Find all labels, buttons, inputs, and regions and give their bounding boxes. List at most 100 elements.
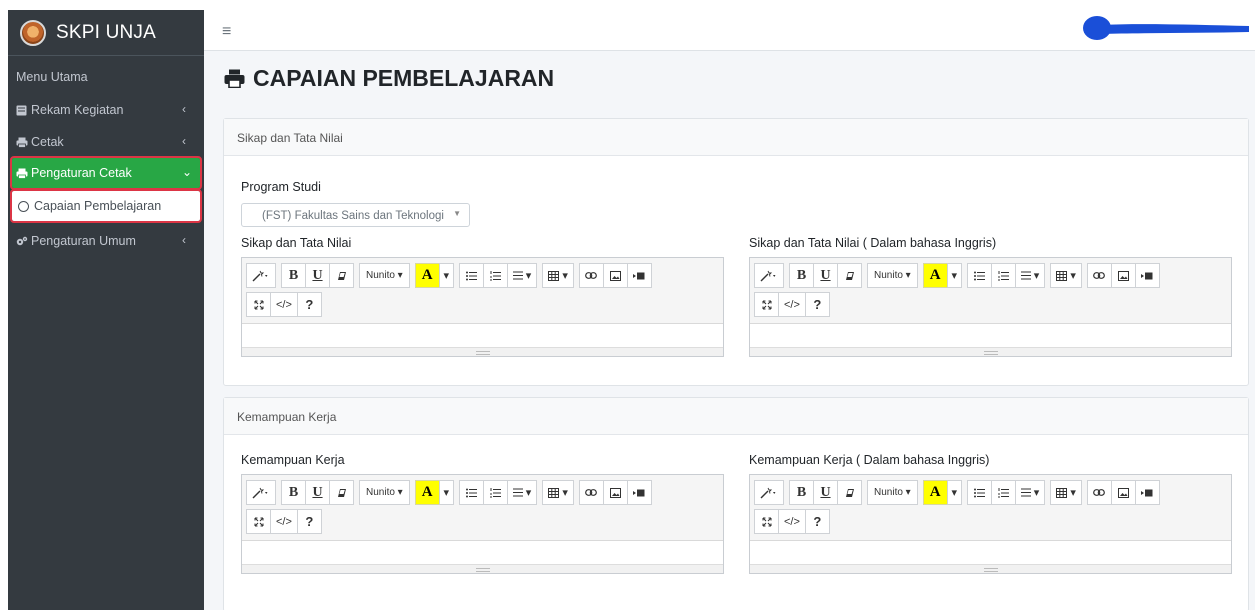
paragraph-align-dropdown[interactable]: ▾ [506, 263, 538, 288]
underline-button[interactable]: U [305, 480, 330, 505]
editor-resize-handle[interactable] [242, 564, 723, 573]
underline-button[interactable]: U [813, 480, 838, 505]
video-button[interactable] [626, 263, 652, 288]
link-button[interactable] [1086, 480, 1112, 505]
link-button[interactable] [578, 480, 604, 505]
editor-text-area[interactable] [750, 324, 1231, 349]
unordered-list-button[interactable] [458, 263, 484, 288]
color-dropdown-button[interactable]: ▾ [438, 263, 454, 288]
fullscreen-button[interactable] [246, 509, 271, 534]
rich-text-editor-kemampuan-english[interactable]: B U Nunito ▾ A ▾ ▾ ▾ </> ? [749, 474, 1232, 574]
code-view-button[interactable]: </> [778, 292, 806, 317]
fullscreen-button[interactable] [754, 509, 779, 534]
rich-text-editor-sikap[interactable]: B U Nunito ▾ A ▾ ▾ ▾ </> ? [241, 257, 724, 357]
table-dropdown[interactable]: ▾ [1050, 263, 1082, 288]
color-dropdown-button[interactable]: ▾ [438, 480, 454, 505]
list-ul-icon [973, 488, 985, 497]
eraser-button[interactable] [837, 263, 862, 288]
editor-text-area[interactable] [242, 324, 723, 349]
color-dropdown-button[interactable]: ▾ [946, 480, 962, 505]
highlight-color-button[interactable]: A [922, 480, 948, 505]
ordered-list-button[interactable] [482, 263, 508, 288]
eraser-button[interactable] [329, 263, 354, 288]
editor-resize-handle[interactable] [750, 564, 1231, 573]
video-button[interactable] [626, 480, 652, 505]
help-button[interactable]: ? [296, 509, 322, 534]
eraser-icon [337, 271, 346, 280]
help-button[interactable]: ? [804, 292, 830, 317]
hamburger-icon[interactable]: ≡ [222, 23, 231, 41]
bold-button[interactable]: B [281, 480, 306, 505]
paragraph-align-dropdown[interactable]: ▾ [1014, 480, 1046, 505]
magic-style-button[interactable] [754, 263, 784, 288]
magic-style-button[interactable] [246, 263, 276, 288]
table-dropdown[interactable]: ▾ [542, 263, 574, 288]
font-family-dropdown[interactable]: Nunito ▾ [359, 263, 410, 288]
help-label: ? [813, 514, 822, 529]
ordered-list-button[interactable] [482, 480, 508, 505]
code-view-button[interactable]: </> [778, 509, 806, 534]
editor-resize-handle[interactable] [242, 347, 723, 356]
sidebar-item-cetak[interactable]: Cetak ‹ [8, 130, 204, 154]
magic-style-button[interactable] [754, 480, 784, 505]
picture-icon [609, 270, 621, 281]
sidebar-subitem-capaian-pembelajaran[interactable]: Capaian Pembelajaran [10, 189, 202, 223]
video-button[interactable] [1134, 263, 1160, 288]
link-button[interactable] [1086, 263, 1112, 288]
paragraph-align-dropdown[interactable]: ▾ [1014, 263, 1046, 288]
code-label: </> [784, 298, 800, 311]
editor-text-area[interactable] [750, 541, 1231, 566]
sidebar-item-pengaturan-cetak[interactable]: Pengaturan Cetak ⌄ [10, 156, 202, 190]
font-family-dropdown[interactable]: Nunito ▾ [867, 263, 918, 288]
unordered-list-button[interactable] [966, 263, 992, 288]
highlight-color-button[interactable]: A [414, 480, 440, 505]
video-icon [633, 272, 645, 279]
program-studi-select[interactable]: (FST) Fakultas Sains dan Teknologi ▼ [241, 203, 470, 227]
font-family-dropdown[interactable]: Nunito ▾ [359, 480, 410, 505]
editor-resize-handle[interactable] [750, 347, 1231, 356]
video-icon [1141, 272, 1153, 279]
picture-button[interactable] [602, 480, 628, 505]
table-dropdown[interactable]: ▾ [542, 480, 574, 505]
bold-button[interactable]: B [789, 480, 814, 505]
ordered-list-button[interactable] [990, 263, 1016, 288]
help-button[interactable]: ? [296, 292, 322, 317]
fullscreen-button[interactable] [246, 292, 271, 317]
link-button[interactable] [578, 263, 604, 288]
help-button[interactable]: ? [804, 509, 830, 534]
font-family-dropdown[interactable]: Nunito ▾ [867, 480, 918, 505]
rich-text-editor-sikap-english[interactable]: B U Nunito ▾ A ▾ ▾ ▾ </> ? [749, 257, 1232, 357]
underline-button[interactable]: U [305, 263, 330, 288]
eraser-button[interactable] [329, 480, 354, 505]
underline-button[interactable]: U [813, 263, 838, 288]
fullscreen-button[interactable] [754, 292, 779, 317]
code-view-button[interactable]: </> [270, 292, 298, 317]
highlight-color-button[interactable]: A [922, 263, 948, 288]
picture-button[interactable] [602, 263, 628, 288]
magic-style-button[interactable] [246, 480, 276, 505]
code-label: </> [276, 298, 292, 311]
eraser-button[interactable] [837, 480, 862, 505]
picture-button[interactable] [1110, 263, 1136, 288]
unordered-list-button[interactable] [458, 480, 484, 505]
code-view-button[interactable]: </> [270, 509, 298, 534]
unordered-list-button[interactable] [966, 480, 992, 505]
card-header: Kemampuan Kerja [224, 398, 1248, 435]
sidebar-item-pengaturan-umum[interactable]: Pengaturan Umum ‹ [8, 229, 204, 253]
sidebar-item-rekam-kegiatan[interactable]: Rekam Kegiatan ‹ [8, 98, 204, 122]
highlight-color-button[interactable]: A [414, 263, 440, 288]
bold-button[interactable]: B [281, 263, 306, 288]
card-header: Sikap dan Tata Nilai [224, 119, 1248, 156]
video-button[interactable] [1134, 480, 1160, 505]
brand-link[interactable]: SKPI UNJA [8, 10, 204, 56]
picture-button[interactable] [1110, 480, 1136, 505]
list-ol-icon [489, 487, 501, 497]
rich-text-editor-kemampuan[interactable]: B U Nunito ▾ A ▾ ▾ ▾ </> ? [241, 474, 724, 574]
font-name: Nunito [366, 270, 395, 281]
color-dropdown-button[interactable]: ▾ [946, 263, 962, 288]
bold-button[interactable]: B [789, 263, 814, 288]
editor-text-area[interactable] [242, 541, 723, 566]
ordered-list-button[interactable] [990, 480, 1016, 505]
paragraph-align-dropdown[interactable]: ▾ [506, 480, 538, 505]
table-dropdown[interactable]: ▾ [1050, 480, 1082, 505]
